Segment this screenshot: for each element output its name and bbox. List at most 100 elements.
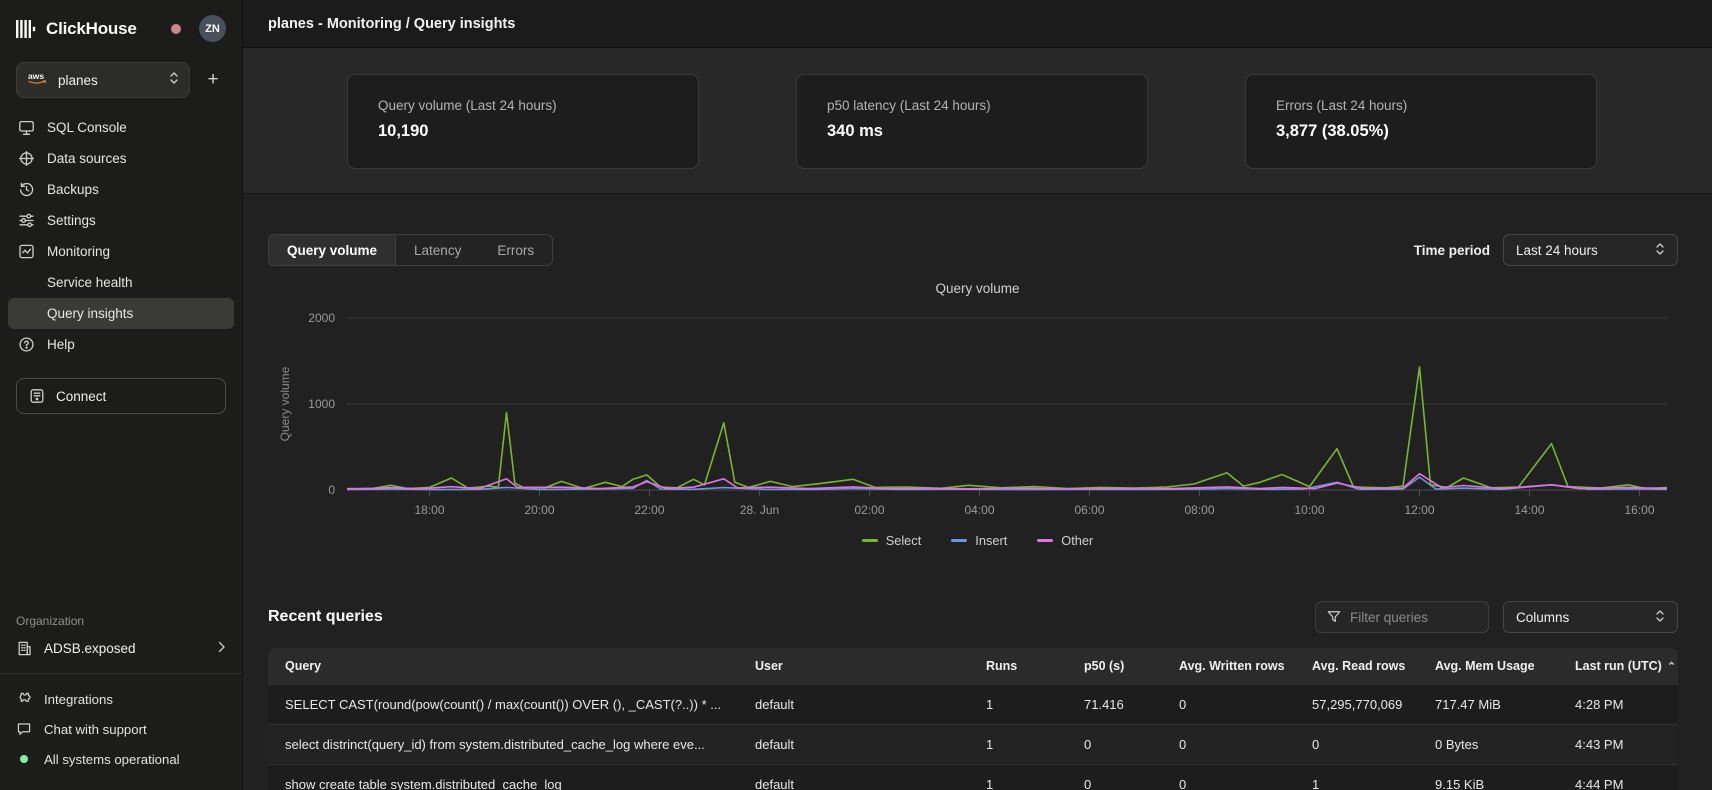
col-read-rows[interactable]: Avg. Read rows (1295, 659, 1418, 673)
svg-text:Query volume: Query volume (278, 366, 292, 441)
svg-text:20:00: 20:00 (524, 503, 554, 517)
svg-text:28. Jun: 28. Jun (740, 503, 779, 517)
chevron-updown-icon (1655, 609, 1665, 626)
time-period-label: Time period (1414, 243, 1490, 258)
svg-text:12:00: 12:00 (1404, 503, 1434, 517)
aws-icon: aws (27, 71, 49, 90)
avatar[interactable]: ZN (199, 15, 226, 42)
sidebar-item-query-insights[interactable]: Query insights (8, 298, 234, 329)
service-selector[interactable]: aws planes (16, 62, 190, 98)
col-runs[interactable]: Runs (969, 659, 1067, 673)
legend-item-insert[interactable]: Insert (951, 533, 1007, 548)
clickhouse-logo-icon (16, 20, 36, 38)
sidebar-item-monitoring[interactable]: Monitoring (8, 236, 234, 267)
stat-card-errors: Errors (Last 24 hours) 3,877 (38.05%) (1245, 74, 1597, 169)
recent-queries-table: Query User Runs p50 (s) Avg. Written row… (268, 648, 1678, 790)
notification-dot[interactable] (171, 24, 181, 34)
col-last-run[interactable]: Last run (UTC)⌃ (1558, 659, 1678, 673)
stat-label: Query volume (Last 24 hours) (378, 98, 668, 113)
sidebar-item-data-sources[interactable]: Data sources (8, 143, 234, 174)
stat-card-query-volume: Query volume (Last 24 hours) 10,190 (347, 74, 699, 169)
help-icon (18, 336, 35, 353)
table-row[interactable]: SELECT CAST(round(pow(count() / max(coun… (268, 684, 1678, 724)
sidebar-item-help[interactable]: Help (8, 329, 234, 360)
tab-errors[interactable]: Errors (479, 235, 552, 265)
svg-text:16:00: 16:00 (1624, 503, 1654, 517)
col-mem-usage[interactable]: Avg. Mem Usage (1418, 659, 1558, 673)
breadcrumb: planes - Monitoring / Query insights (268, 16, 515, 32)
organization-selector[interactable]: ADSB.exposed (16, 640, 226, 657)
chevron-right-icon (218, 641, 226, 656)
divider (0, 673, 242, 674)
columns-select[interactable]: Columns (1503, 601, 1678, 633)
filter-icon (1327, 610, 1341, 624)
connect-button[interactable]: Connect (16, 378, 226, 414)
stat-value: 10,190 (378, 122, 668, 141)
svg-text:08:00: 08:00 (1184, 503, 1214, 517)
other-swatch (1037, 539, 1053, 542)
logo-row: ClickHouse ZN (0, 0, 242, 52)
tab-query-volume[interactable]: Query volume (269, 235, 396, 265)
stat-value: 3,877 (38.05%) (1276, 122, 1566, 141)
chart-tabs: Query volume Latency Errors (268, 234, 553, 266)
table-row[interactable]: select distrinct(query_id) from system.d… (268, 724, 1678, 764)
chart-title: Query volume (243, 281, 1712, 296)
stats-band: Query volume (Last 24 hours) 10,190 p50 … (243, 48, 1712, 194)
sidebar-item-system-status[interactable]: All systems operational (16, 744, 226, 774)
col-p50[interactable]: p50 (s) (1067, 659, 1162, 673)
chevron-updown-icon (1655, 242, 1665, 259)
col-written-rows[interactable]: Avg. Written rows (1162, 659, 1295, 673)
svg-text:22:00: 22:00 (634, 503, 664, 517)
insights-section: Query volume Latency Errors Time period … (243, 195, 1712, 790)
main-content: planes - Monitoring / Query insights Que… (243, 0, 1712, 790)
svg-text:10:00: 10:00 (1294, 503, 1324, 517)
svg-text:0: 0 (328, 483, 335, 497)
svg-text:04:00: 04:00 (964, 503, 994, 517)
col-user[interactable]: User (738, 659, 969, 673)
svg-text:18:00: 18:00 (414, 503, 444, 517)
sidebar-item-sql-console[interactable]: SQL Console (8, 112, 234, 143)
sidebar-item-chat-support[interactable]: Chat with support (16, 714, 226, 744)
svg-text:14:00: 14:00 (1514, 503, 1544, 517)
filter-queries-input-wrap[interactable] (1315, 601, 1489, 633)
svg-text:06:00: 06:00 (1074, 503, 1104, 517)
filter-queries-input[interactable] (1350, 610, 1470, 625)
svg-text:aws: aws (28, 71, 44, 81)
tab-latency[interactable]: Latency (396, 235, 479, 265)
sidebar-item-service-health[interactable]: Service health (8, 267, 234, 298)
terminal-icon (18, 119, 35, 136)
stat-label: p50 latency (Last 24 hours) (827, 98, 1117, 113)
table-header-row: Query User Runs p50 (s) Avg. Written row… (268, 648, 1678, 684)
settings-icon (18, 212, 35, 229)
sidebar: ClickHouse ZN aws planes + SQL Console D (0, 0, 243, 790)
time-period-select[interactable]: Last 24 hours (1503, 234, 1678, 266)
recent-queries-title: Recent queries (268, 608, 383, 626)
sidebar-item-integrations[interactable]: Integrations (16, 684, 226, 714)
app-title: ClickHouse (46, 19, 137, 39)
sidebar-item-settings[interactable]: Settings (8, 205, 234, 236)
select-swatch (862, 539, 878, 542)
col-query[interactable]: Query (268, 659, 738, 673)
chat-icon (16, 721, 32, 737)
connect-icon (29, 388, 45, 404)
data-sources-icon (18, 150, 35, 167)
sidebar-item-backups[interactable]: Backups (8, 174, 234, 205)
status-dot (20, 755, 28, 763)
stat-card-p50-latency: p50 latency (Last 24 hours) 340 ms (796, 74, 1148, 169)
stat-value: 340 ms (827, 122, 1117, 141)
chevron-updown-icon (169, 71, 179, 90)
chart-legend: Select Insert Other (243, 533, 1712, 548)
building-icon (16, 640, 33, 657)
organization-label: Organization (16, 614, 226, 628)
query-volume-chart: 01000200018:0020:0022:0028. Jun02:0004:0… (243, 301, 1712, 531)
legend-item-other[interactable]: Other (1037, 533, 1093, 548)
svg-text:2000: 2000 (308, 311, 335, 325)
stat-label: Errors (Last 24 hours) (1276, 98, 1566, 113)
legend-item-select[interactable]: Select (862, 533, 922, 548)
puzzle-icon (16, 691, 32, 707)
add-service-button[interactable]: + (200, 67, 226, 93)
table-row[interactable]: show create table system.distributed_cac… (268, 764, 1678, 790)
service-name: planes (58, 73, 98, 88)
monitoring-icon (18, 243, 35, 260)
sort-asc-icon: ⌃ (1667, 661, 1676, 673)
